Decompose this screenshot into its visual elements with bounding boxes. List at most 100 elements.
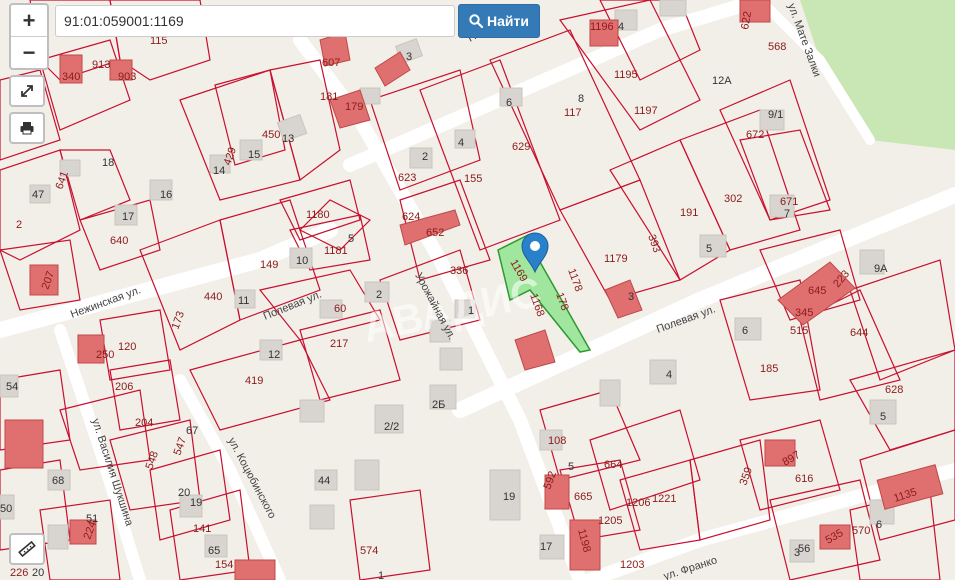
parcel-label: 2 [16,219,22,231]
parcel-label: 302 [724,193,742,205]
house-label: 18 [102,157,114,169]
expand-icon [21,85,33,97]
house-label: 3 [406,51,412,63]
parcel-label: 644 [850,327,868,339]
parcel-label: 181 [320,91,338,103]
print-button[interactable] [9,112,45,144]
printer-icon [20,122,34,135]
parcel-label: 345 [795,307,813,319]
house-label: 4 [458,137,464,149]
parcel-label: 1197 [634,105,658,117]
house-label: 20 [178,487,190,499]
house-label: 2/2 [384,421,399,433]
house-label: 16 [160,189,172,201]
parcel-label: 149 [260,259,278,271]
parcel-label: 154 [215,559,233,571]
parcel-label: 1221 [652,493,676,505]
parcel-label: 440 [204,291,222,303]
parcel-label: 628 [885,384,903,396]
house-label: 5 [880,411,886,423]
house-label: 19 [190,497,202,509]
house-label: 65 [208,545,220,557]
parcel-label: 191 [680,207,698,219]
house-label: 67 [186,425,198,437]
parcel-label: 515 [790,325,808,337]
parcel-label: 616 [795,473,813,485]
parcel-label: 623 [398,172,416,184]
house-label: 6 [742,325,748,337]
house-label: 7 [784,208,790,220]
house-label: 14 [213,165,225,177]
house-label: 5 [706,243,712,255]
house-label: 1 [378,570,384,580]
house-label: 8 [578,93,584,105]
parcel-label: 120 [118,341,136,353]
zoom-in-button[interactable]: + [11,5,47,36]
parcel-label: 1196 [590,21,614,33]
parcel-label: 185 [760,363,778,375]
parcel-label: 664 [604,459,622,471]
house-label: 6 [876,519,882,531]
house-label: 6 [506,97,512,109]
parcel-label: 624 [402,211,420,223]
house-label: 12 [268,349,280,361]
parcel-label: 903 [118,71,136,83]
house-label: 2 [422,151,428,163]
parcel-label: 1203 [620,559,644,571]
house-label: 68 [52,475,64,487]
parcel-label: 1206 [626,497,650,509]
parcel-label: 60 [334,303,346,315]
house-label: 47 [32,189,44,201]
parcel-label: 340 [62,71,80,83]
house-label: 1 [468,305,474,317]
house-label: 5 [348,233,354,245]
parcel-label: 568 [768,41,786,53]
house-label: 44 [318,475,330,487]
parcel-label: 419 [245,375,263,387]
parcel-label: 665 [574,491,592,503]
parcel-label: 645 [808,285,826,297]
zoom-out-button[interactable]: − [11,36,47,68]
fullscreen-button[interactable] [9,75,45,107]
house-label: 2 [376,289,382,301]
house-label: 50 [0,503,12,515]
parcel-label: 450 [262,129,280,141]
house-label: 17 [122,211,134,223]
house-label: 12A [712,75,732,87]
house-label: 2Б [432,399,445,411]
parcel-label: 629 [512,141,530,153]
house-label: 4 [618,21,624,33]
parcel-label: 1181 [324,245,348,257]
parcel-label: 1205 [598,515,622,527]
house-label: 3 [628,291,634,303]
search-icon [469,14,484,28]
parcel-label: 1179 [604,253,628,265]
parcel-label: 217 [330,338,348,350]
parcel-label: 117 [564,107,582,119]
house-label: 54 [6,381,18,393]
house-label: 11 [238,295,249,307]
house-label: 5 [568,461,574,473]
parcel-label: 671 [780,196,798,208]
measure-button[interactable] [9,533,45,565]
search-button[interactable]: Найти [458,4,540,38]
parcel-label: 206 [115,381,133,393]
house-label: 56 [798,543,810,555]
parcel-label: 108 [548,435,566,447]
parcel-label: 672 [746,129,764,141]
parcel-label: 204 [135,417,153,429]
parcel-label: 913 [92,59,110,71]
house-label: 9А [874,263,888,275]
parcel-label: 574 [360,545,378,557]
parcel-label: 141 [193,523,211,535]
cadastral-map[interactable]: АВАДИС Нежинская ул. Полевая ул. Полевая… [0,0,955,580]
parcel-label: 155 [464,173,482,185]
house-label: 19 [503,491,515,503]
house-label: 4 [666,369,672,381]
house-label: 9/1 [768,109,783,121]
cadastral-number-search-input[interactable] [55,5,455,37]
house-label: 10 [296,255,308,267]
parcel-label: 607 [322,57,340,69]
ruler-icon [18,540,36,558]
parcel-label: 1180 [306,209,330,221]
